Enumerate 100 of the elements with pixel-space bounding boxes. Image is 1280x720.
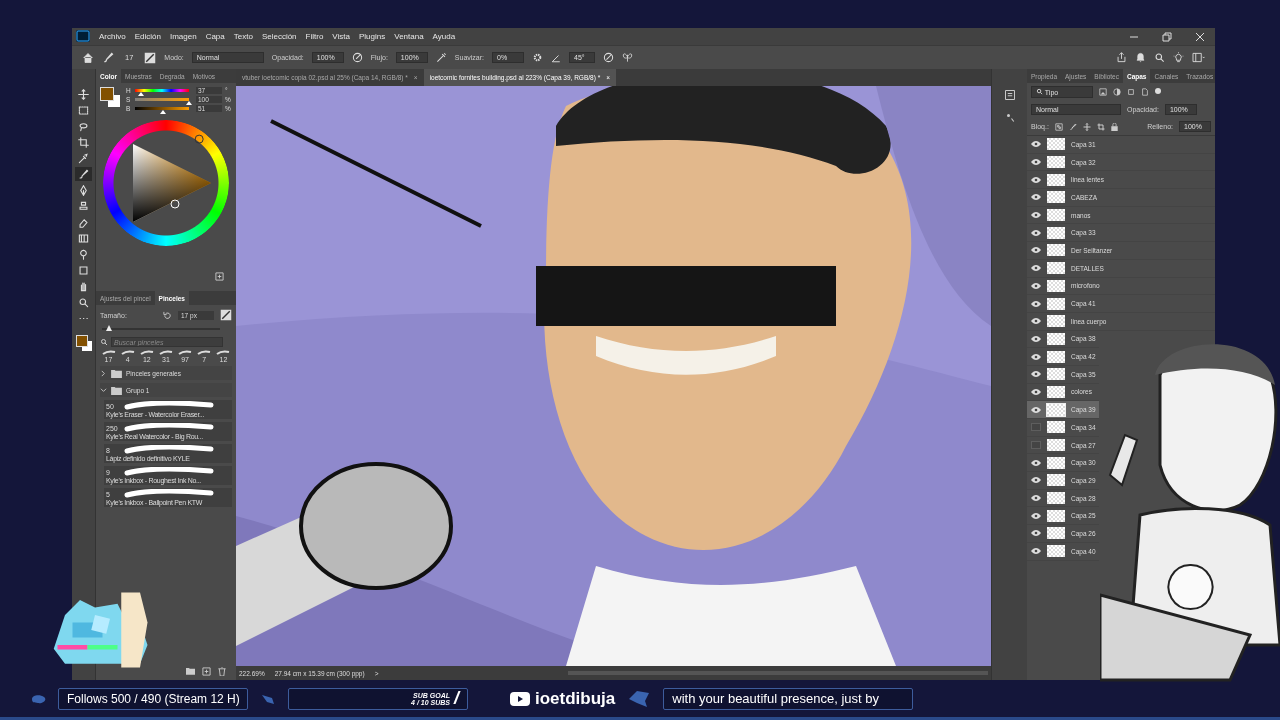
butterfly-icon[interactable] <box>622 52 634 63</box>
visibility-toggle[interactable] <box>1031 211 1041 220</box>
lock-icon[interactable] <box>1110 122 1118 131</box>
workspace-icon[interactable] <box>1192 52 1205 63</box>
visibility-toggle[interactable] <box>1031 246 1041 255</box>
close-icon[interactable] <box>1195 31 1205 42</box>
crop-icon[interactable] <box>75 135 92 149</box>
brush-icon[interactable] <box>102 51 114 64</box>
layer-thumbnail <box>1047 156 1065 169</box>
lock-pixels-icon[interactable] <box>1054 122 1063 131</box>
visibility-toggle[interactable] <box>1031 370 1041 379</box>
menu-item[interactable]: Filtro <box>305 32 324 41</box>
visibility-toggle[interactable] <box>1031 175 1041 184</box>
size-slider-thumb[interactable] <box>106 325 113 331</box>
bell-icon[interactable] <box>1135 52 1146 63</box>
layer-thumbnail <box>1047 456 1065 469</box>
layer-thumbnail <box>1047 509 1065 522</box>
layer-thumbnail <box>1047 403 1065 416</box>
menu-item[interactable]: Archivo <box>99 32 126 41</box>
visibility-toggle[interactable] <box>1031 140 1041 149</box>
shape-filter-icon[interactable] <box>1127 88 1135 96</box>
menu-item[interactable]: Selección <box>261 32 297 41</box>
visibility-toggle[interactable] <box>1031 352 1041 361</box>
menu-item[interactable]: Imagen <box>169 32 197 41</box>
restore-icon[interactable] <box>1162 31 1172 42</box>
visibility-toggle[interactable] <box>1031 281 1041 290</box>
foreground-swatch[interactable] <box>100 87 120 107</box>
visibility-toggle[interactable] <box>1031 228 1041 237</box>
menu-item[interactable]: Vista <box>332 32 350 41</box>
share-icon[interactable] <box>1116 52 1127 63</box>
visibility-toggle[interactable] <box>1031 441 1041 450</box>
pressure-size-icon[interactable] <box>603 52 615 63</box>
filter-toggle-icon[interactable] <box>1155 88 1161 96</box>
menu-item[interactable]: Texto <box>233 32 253 41</box>
menu-item[interactable]: Ayuda <box>432 32 456 41</box>
lock-paint-icon[interactable] <box>1068 122 1077 131</box>
brush-tip-icon <box>158 350 173 356</box>
visibility-toggle[interactable] <box>1031 405 1041 414</box>
settings-icon[interactable] <box>532 52 544 63</box>
brush-tip-icon <box>101 350 116 356</box>
layer-thumbnail <box>1047 439 1065 452</box>
brush-settings-icon[interactable] <box>144 51 157 64</box>
visibility-toggle[interactable] <box>1031 264 1041 273</box>
menu-item[interactable]: Edición <box>134 32 161 41</box>
visibility-toggle[interactable] <box>1031 547 1041 556</box>
visibility-toggle[interactable] <box>1031 334 1041 343</box>
sub-goal-divider: / <box>454 688 459 709</box>
menu-item[interactable]: Ventana <box>394 32 424 41</box>
lock-artboard-icon[interactable] <box>1096 122 1105 131</box>
reset-icon[interactable] <box>163 310 172 320</box>
folder-icon <box>111 385 122 395</box>
layer-thumbnail <box>1047 385 1065 398</box>
folder-icon[interactable] <box>186 667 195 675</box>
history-icon[interactable] <box>1003 89 1016 101</box>
folder-icon <box>111 368 122 378</box>
image-filter-icon[interactable] <box>1099 88 1107 96</box>
brush-edit-icon[interactable] <box>220 309 232 321</box>
home-icon[interactable] <box>82 51 94 64</box>
visibility-toggle[interactable] <box>1031 476 1041 485</box>
visibility-toggle[interactable] <box>1031 458 1041 467</box>
layer-thumbnail <box>1047 191 1065 204</box>
visibility-toggle[interactable] <box>1031 387 1041 396</box>
visibility-toggle[interactable] <box>1031 299 1041 308</box>
channel-name: ioetdibuja <box>535 688 616 709</box>
smart-object-filter-icon[interactable] <box>1141 88 1149 96</box>
lightbulb-icon[interactable] <box>1173 52 1184 63</box>
visibility-toggle[interactable] <box>1031 494 1041 503</box>
visibility-toggle[interactable] <box>1031 423 1041 432</box>
layer-thumbnail <box>1047 315 1065 328</box>
trash-icon[interactable] <box>218 667 226 676</box>
brush-icon[interactable] <box>75 167 92 181</box>
visibility-toggle[interactable] <box>1031 511 1041 520</box>
chevron-icon <box>100 369 107 377</box>
visibility-toggle[interactable] <box>1031 529 1041 538</box>
layer-thumbnail <box>1047 492 1065 505</box>
follows-counter: Follows 500 / 490 (Stream 12 H) <box>58 687 248 710</box>
layer-thumbnail <box>1047 244 1065 257</box>
menu-item[interactable]: Plugins <box>359 32 386 41</box>
layer-thumbnail <box>1047 545 1065 558</box>
visibility-toggle[interactable] <box>1031 317 1041 326</box>
pressure-icon[interactable] <box>351 52 363 63</box>
search-icon[interactable] <box>1154 52 1165 63</box>
airbrush-icon[interactable] <box>435 52 447 63</box>
add-icon[interactable] <box>202 667 211 676</box>
color-swatches-icon[interactable] <box>75 335 92 351</box>
search-icon <box>100 338 108 346</box>
visibility-toggle[interactable] <box>1031 158 1041 167</box>
paint-splash-icon <box>260 692 276 705</box>
menu-item[interactable]: Capa <box>205 32 225 41</box>
brush-tip-icon <box>139 350 154 356</box>
move-icon[interactable] <box>75 87 92 101</box>
adjustment-filter-icon[interactable] <box>1113 88 1121 96</box>
add-icon[interactable] <box>215 272 224 281</box>
search-icon <box>1036 88 1043 95</box>
layer-thumbnail <box>1047 350 1065 363</box>
paint-splash-icon <box>30 693 46 704</box>
layer-thumbnail <box>1047 474 1065 487</box>
visibility-toggle[interactable] <box>1031 193 1041 202</box>
layer-thumbnail <box>1047 421 1065 434</box>
lock-position-icon[interactable] <box>1082 122 1091 131</box>
